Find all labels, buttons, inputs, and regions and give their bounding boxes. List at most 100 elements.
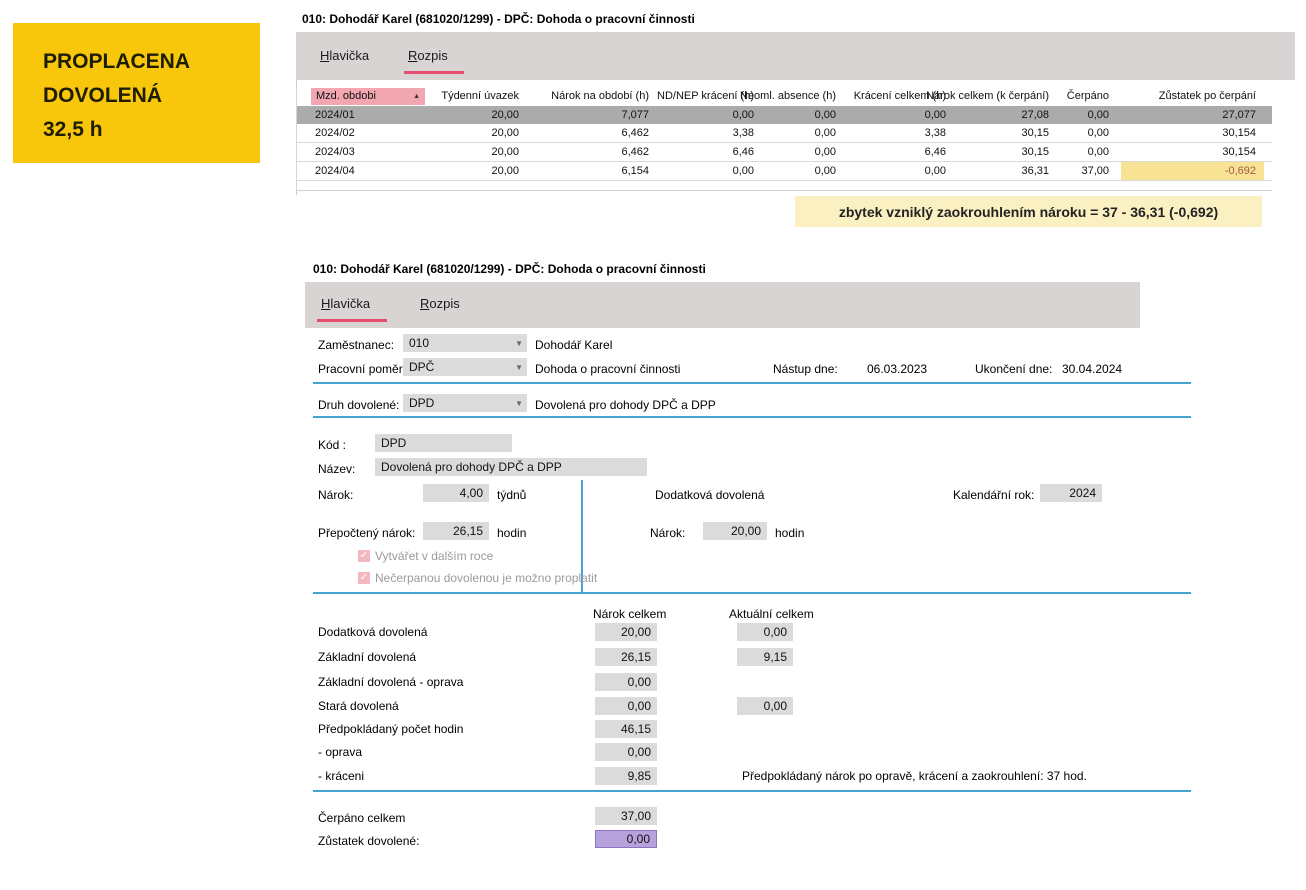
dropdown-arrow-icon: ▼ (515, 399, 523, 408)
pracovni-pomer-value: DPČ (409, 360, 434, 374)
narok-celkem-header: Nárok celkem (593, 607, 666, 621)
cell-tydenni-uvazek: 20,00 (427, 106, 531, 124)
prepocteny-narok-unit: hodin (497, 526, 526, 540)
separator-line (313, 382, 1191, 384)
column-header-mzd-obdobi[interactable]: Mzd. obdobi ▲ (297, 86, 427, 106)
prepocteny-narok-input[interactable]: 26,15 (423, 522, 489, 540)
cerpano-celkem-input[interactable]: 37,00 (595, 807, 657, 825)
summary-narok-input[interactable]: 20,00 (595, 623, 657, 641)
column-header-narok-celkem[interactable]: Nárok celkem (k čerpání) (958, 86, 1061, 106)
column-header-label: Mzd. obdobi (316, 90, 376, 102)
separator-line (313, 416, 1191, 418)
kod-label: Kód : (318, 438, 346, 452)
cell-cerpano: 0,00 (1061, 106, 1121, 124)
note-line-3: 32,5 h (43, 113, 260, 147)
tab-rozpis[interactable]: Rozpis (420, 296, 460, 311)
zamestnanec-dropdown[interactable]: 010 ▼ (403, 334, 527, 352)
pracovni-pomer-label: Pracovní poměr: (318, 362, 406, 376)
hlavicka-panel-title: 010: Dohodář Karel (681020/1299) - DPČ: … (313, 262, 706, 276)
column-header-cerpano[interactable]: Čerpáno (1061, 86, 1121, 106)
dropdown-arrow-icon: ▼ (515, 339, 523, 348)
cell-ndnep-kraceni: 3,38 (661, 124, 766, 142)
checkbox2-label: Nečerpanou dovolenou je možno proplatit (375, 571, 597, 585)
kalendarni-rok-input[interactable]: 2024 (1040, 484, 1102, 502)
active-tab-underline (317, 319, 387, 322)
tab-rozpis-initial: R (408, 48, 417, 63)
table-row-2024-03[interactable]: 2024/03 20,00 6,462 6,46 0,00 6,46 30,15… (297, 143, 1272, 162)
cell-mzd-obdobi: 2024/02 (297, 124, 427, 142)
cell-zustatek: 30,154 (1121, 143, 1264, 161)
summary-narok-input[interactable]: 46,15 (595, 720, 657, 738)
cell-kraceni-celkem: 3,38 (848, 124, 958, 142)
cell-narok-celkem: 30,15 (958, 124, 1061, 142)
cell-neoml-absence: 0,00 (766, 143, 848, 161)
cell-mzd-obdobi: 2024/04 (297, 162, 427, 180)
cerpano-celkem-label: Čerpáno celkem (318, 811, 405, 825)
cell-mzd-obdobi: 2024/01 (297, 106, 427, 124)
dodatkova-narok-label: Nárok: (650, 526, 685, 540)
narok-label: Nárok: (318, 488, 353, 502)
cell-kraceni-celkem: 6,46 (848, 143, 958, 161)
tab-hlavicka[interactable]: Hlavička (321, 296, 370, 311)
nazev-label: Název: (318, 462, 355, 476)
screen: PROPLACENA DOVOLENÁ 32,5 h 010: Dohodář … (0, 0, 1306, 890)
zamestnanec-label: Zaměstnanec: (318, 338, 394, 352)
checkbox-necerpanou-proplatit[interactable]: ✓ (358, 572, 370, 584)
kod-input[interactable]: DPD (375, 434, 512, 452)
summary-row-label: Stará dovolená (318, 699, 399, 713)
cell-narok-celkem: 30,15 (958, 143, 1061, 161)
cell-narok-na-obdobi: 6,462 (531, 143, 661, 161)
summary-narok-input[interactable]: 0,00 (595, 697, 657, 715)
zustatek-dovolene-input[interactable]: 0,00 (595, 830, 657, 848)
nastup-dne-label: Nástup dne: (773, 362, 838, 376)
cell-kraceni-celkem: 0,00 (848, 162, 958, 180)
summary-narok-input[interactable]: 0,00 (595, 673, 657, 691)
cell-cerpano: 0,00 (1061, 143, 1121, 161)
table-row-2024-02[interactable]: 2024/02 20,00 6,462 3,38 0,00 3,38 30,15… (297, 124, 1272, 143)
column-header-neoml-absence[interactable]: Neoml. absence (h) (766, 86, 848, 106)
summary-aktualni-input[interactable]: 0,00 (737, 697, 793, 715)
summary-aktualni-input[interactable]: 0,00 (737, 623, 793, 641)
checkmark-icon: ✓ (360, 550, 368, 561)
dropdown-arrow-icon: ▼ (515, 363, 523, 372)
nazev-input[interactable]: Dovolená pro dohody DPČ a DPP (375, 458, 647, 476)
summary-aktualni-input[interactable]: 9,15 (737, 648, 793, 666)
tab-rozpis-initial: R (420, 296, 429, 311)
ukonceni-dne-value: 30.04.2024 (1062, 362, 1122, 376)
pracovni-pomer-name: Dohoda o pracovní činnosti (535, 362, 680, 376)
narok-input[interactable]: 4,00 (423, 484, 489, 502)
cell-cerpano: 37,00 (1061, 162, 1121, 180)
rozpis-table: Mzd. obdobi ▲ Týdenní úvazek Nárok na ob… (296, 86, 1272, 191)
cell-narok-na-obdobi: 6,462 (531, 124, 661, 142)
cell-mzd-obdobi: 2024/03 (297, 143, 427, 161)
cell-tydenni-uvazek: 20,00 (427, 124, 531, 142)
summary-row-label: - oprava (318, 745, 362, 759)
rounding-remainder-callout: zbytek vzniklý zaokrouhlením nároku = 37… (795, 196, 1262, 227)
druh-dovolene-dropdown[interactable]: DPD ▼ (403, 394, 527, 412)
column-header-zustatek[interactable]: Zůstatek po čerpání (1121, 86, 1264, 106)
zustatek-dovolene-label: Zůstatek dovolené: (318, 834, 419, 848)
table-row-2024-04[interactable]: 2024/04 20,00 6,154 0,00 0,00 0,00 36,31… (297, 162, 1272, 181)
summary-narok-input[interactable]: 9,85 (595, 767, 657, 785)
cell-narok-na-obdobi: 6,154 (531, 162, 661, 180)
column-header-narok-na-obdobi[interactable]: Nárok na období (h) (531, 86, 661, 106)
column-header-tydenni-uvazek[interactable]: Týdenní úvazek (427, 86, 531, 106)
table-row-2024-01[interactable]: 2024/01 20,00 7,077 0,00 0,00 0,00 27,08… (297, 106, 1272, 124)
tab-hlavicka[interactable]: Hlavička (320, 48, 369, 63)
table-bottom-line (297, 181, 1272, 191)
checkbox1-label: Vytvářet v dalším roce (375, 549, 493, 563)
cell-neoml-absence: 0,00 (766, 124, 848, 142)
summary-narok-input[interactable]: 0,00 (595, 743, 657, 761)
cell-ndnep-kraceni: 0,00 (661, 162, 766, 180)
sort-ascending-icon: ▲ (413, 93, 420, 100)
rozpis-panel-title: 010: Dohodář Karel (681020/1299) - DPČ: … (302, 12, 695, 26)
dodatkova-narok-input[interactable]: 20,00 (703, 522, 767, 540)
tab-rozpis[interactable]: Rozpis (408, 48, 448, 63)
tab-hlavicka-initial: H (320, 48, 329, 63)
checkmark-icon: ✓ (360, 572, 368, 583)
checkbox-vytvaret-v-dalsim-roce[interactable]: ✓ (358, 550, 370, 562)
summary-narok-input[interactable]: 26,15 (595, 648, 657, 666)
pracovni-pomer-dropdown[interactable]: DPČ ▼ (403, 358, 527, 376)
cell-tydenni-uvazek: 20,00 (427, 143, 531, 161)
cell-kraceni-celkem: 0,00 (848, 106, 958, 124)
